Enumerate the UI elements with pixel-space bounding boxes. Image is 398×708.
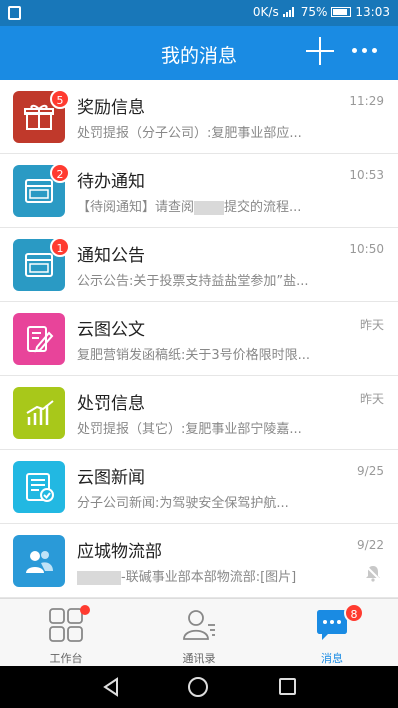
message-preview: 处罚提报（分子公司）:复肥事业部应... (77, 126, 302, 141)
message-time: 昨天 (359, 392, 384, 406)
clock: 13:03 (355, 5, 390, 19)
battery-percent: 75% (300, 5, 328, 19)
message-preview: 复肥营销发函稿纸:关于3号价格限时限... (77, 348, 311, 363)
message-time: 9/25 (357, 464, 384, 478)
tab-label: 消息 (321, 652, 343, 665)
news-icon (13, 461, 65, 513)
page-title: 我的消息 (160, 45, 237, 67)
unread-count-badge: 8 (344, 603, 364, 623)
message-title: 云图新闻 (77, 468, 145, 488)
status-bar: 0K/s 75% 13:03 (0, 0, 398, 26)
message-title: 云图公文 (77, 320, 145, 340)
status-right: 0K/s 75% 13:03 (253, 5, 390, 19)
message-time: 11:29 (349, 94, 384, 108)
redacted-name (194, 200, 225, 215)
app-bar: 我的消息 (0, 26, 398, 80)
message-row-notice[interactable]: 1 通知公告 10:50 公示公告:关于投票支持益盐堂参加”盐... (0, 228, 398, 302)
message-title: 待办通知 (77, 172, 145, 192)
message-time: 10:50 (349, 242, 384, 256)
tab-label: 通讯录 (182, 652, 216, 665)
preview-prefix: 【待阅通知】请查阅 (77, 200, 195, 215)
message-row-news[interactable]: 云图新闻 9/25 分子公司新闻:为驾驶安全保驾护航... (0, 450, 398, 524)
more-icon[interactable] (352, 48, 377, 53)
message-row-reward[interactable]: 5 奖励信息 11:29 处罚提报（分子公司）:复肥事业部应... (0, 80, 398, 154)
unread-badge: 1 (50, 237, 70, 257)
message-title: 应城物流部 (77, 542, 162, 562)
message-row-document[interactable]: 云图公文 昨天 复肥营销发函稿纸:关于3号价格限时限... (0, 302, 398, 376)
system-nav-bar (0, 666, 398, 708)
message-list: 5 奖励信息 11:29 处罚提报（分子公司）:复肥事业部应... 2 待办通知… (0, 80, 398, 598)
message-preview: -联碱事业部本部物流部:[图片] (77, 566, 347, 585)
message-row-logistics[interactable]: 应城物流部 9/22 -联碱事业部本部物流部:[图片] (0, 524, 398, 598)
preview-suffix: 提交的流程... (224, 200, 302, 215)
signal-icon (282, 7, 297, 17)
add-icon[interactable] (306, 37, 334, 65)
redacted-name (77, 570, 121, 585)
message-row-penalty[interactable]: 处罚信息 昨天 处罚提报（其它）:复肥事业部宁陵嘉... (0, 376, 398, 450)
preview-suffix: -联碱事业部本部物流部:[图片] (121, 570, 297, 585)
tab-workbench[interactable]: 工作台 (0, 599, 132, 667)
message-preview: 【待阅通知】请查阅 提交的流程... (77, 196, 347, 215)
message-time: 昨天 (359, 318, 384, 332)
message-row-todo[interactable]: 2 待办通知 10:53 【待阅通知】请查阅 提交的流程... (0, 154, 398, 228)
tab-label: 工作台 (49, 652, 83, 665)
mute-bell-icon (365, 565, 381, 582)
message-title: 奖励信息 (77, 98, 145, 118)
message-time: 10:53 (349, 168, 384, 182)
net-speed: 0K/s (252, 5, 279, 19)
unread-badge: 2 (50, 163, 70, 183)
chart-icon (13, 387, 65, 439)
grid-apps-icon (49, 608, 83, 642)
message-title: 通知公告 (77, 246, 145, 266)
unread-badge: 5 (50, 89, 70, 109)
contacts-icon (183, 610, 215, 640)
home-icon[interactable] (188, 677, 208, 697)
bottom-tab-bar: 工作台 通讯录 8 消息 (0, 598, 398, 666)
tab-messages[interactable]: 8 消息 (266, 599, 398, 667)
tab-contacts[interactable]: 通讯录 (133, 599, 265, 667)
sim-icon (8, 6, 21, 20)
message-preview: 公示公告:关于投票支持益盐堂参加”盐... (77, 274, 309, 289)
message-preview: 处罚提报（其它）:复肥事业部宁陵嘉... (77, 422, 302, 437)
document-edit-icon (13, 313, 65, 365)
battery-icon (331, 7, 352, 17)
message-title: 处罚信息 (77, 394, 145, 414)
new-dot (80, 605, 90, 615)
group-icon (13, 535, 65, 587)
recent-apps-icon[interactable] (279, 678, 296, 695)
message-time: 9/22 (357, 538, 384, 552)
back-icon[interactable] (102, 677, 120, 697)
message-preview: 分子公司新闻:为驾驶安全保驾护航... (77, 496, 289, 511)
